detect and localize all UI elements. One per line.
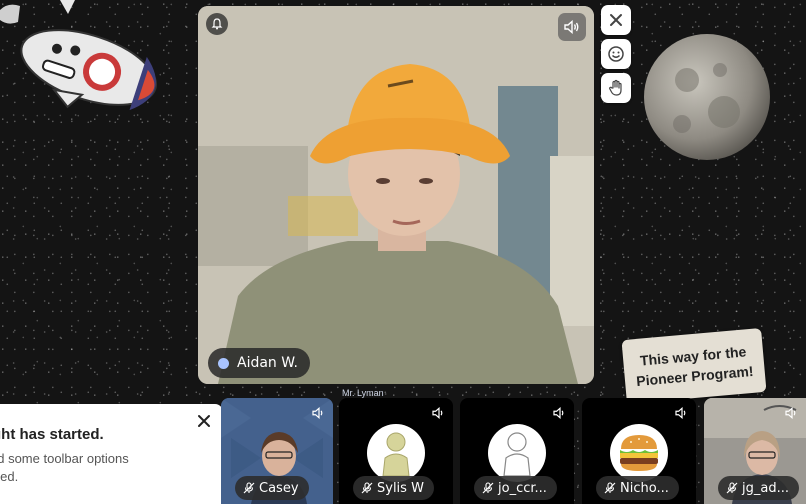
- participant-tile-jo[interactable]: jo_ccr...: [460, 398, 574, 504]
- raise-hand-icon: [609, 79, 622, 96]
- muted-mic-icon: [726, 482, 738, 494]
- main-participant-name: Aidan W.: [237, 355, 298, 371]
- bell-icon: [211, 18, 223, 30]
- main-video-tile[interactable]: Aidan W.: [198, 6, 594, 384]
- participant-tile-nicho[interactable]: Nicho...: [582, 398, 696, 504]
- close-icon: [610, 14, 622, 26]
- close-icon: [198, 415, 210, 427]
- rocket-sticker: [0, 0, 158, 111]
- muted-mic-icon: [604, 482, 616, 494]
- moon-sticker: [644, 34, 770, 160]
- reaction-button[interactable]: [601, 39, 631, 69]
- muted-mic-icon: [482, 482, 494, 494]
- participant-name-badge: Casey: [235, 476, 309, 500]
- muted-mic-icon: [361, 482, 373, 494]
- participant-avatar: [610, 424, 668, 482]
- person-icon: [382, 432, 410, 476]
- pin-video-button[interactable]: [206, 13, 228, 35]
- speaker-icon: [564, 20, 579, 34]
- participant-avatar: [367, 424, 425, 482]
- toast-body-line-2: bled.: [0, 469, 19, 484]
- main-participant-name-badge: Aidan W.: [208, 348, 310, 378]
- participant-tile-jg[interactable]: jg_ad...: [704, 398, 806, 504]
- status-dot: [218, 357, 229, 369]
- pioneer-program-sign: This way for the Pioneer Program!: [621, 328, 767, 404]
- participant-name-badge: jo_ccr...: [474, 476, 557, 500]
- tile-volume-indicator: [674, 406, 690, 420]
- raise-hand-button[interactable]: [601, 73, 631, 103]
- tile-volume-indicator: [552, 406, 568, 420]
- tile-volume-indicator: [311, 406, 327, 420]
- participant-name-badge: jg_ad...: [718, 476, 799, 500]
- muted-mic-icon: [243, 482, 255, 494]
- emoji-icon: [608, 46, 624, 62]
- toast-body-line-1: nd some toolbar options: [0, 451, 129, 466]
- participant-tile-casey[interactable]: Casey: [221, 398, 333, 504]
- main-volume-button[interactable]: [558, 13, 586, 41]
- participant-name: Sylis W: [377, 480, 424, 496]
- speaker-icon: [312, 407, 323, 419]
- speaker-icon: [785, 407, 796, 419]
- participant-name: Nicho...: [620, 480, 669, 496]
- participant-name: jo_ccr...: [498, 480, 547, 496]
- participant-avatar: [488, 424, 546, 482]
- participant-name-badge: Sylis W: [353, 476, 434, 500]
- close-video-button[interactable]: [601, 5, 631, 35]
- participant-name: Casey: [259, 480, 299, 496]
- behind-label: Mr. Lyman: [342, 388, 384, 398]
- tile-volume-indicator: [784, 406, 800, 420]
- participant-name: jg_ad...: [742, 480, 789, 496]
- tile-volume-indicator: [431, 406, 447, 420]
- toast-title: ght has started.: [0, 426, 104, 443]
- burger-icon: [620, 435, 658, 471]
- toast-body: nd some toolbar options bled.: [0, 450, 210, 486]
- person-icon: [503, 432, 531, 476]
- main-video-feed: [198, 6, 594, 384]
- speaker-icon: [553, 407, 564, 419]
- speaker-icon: [675, 407, 686, 419]
- toast-close-button[interactable]: [193, 410, 215, 432]
- participant-name-badge: Nicho...: [596, 476, 679, 500]
- notification-toast: ght has started. nd some toolbar options…: [0, 404, 223, 504]
- participant-tile-sylis[interactable]: Sylis W: [339, 398, 453, 504]
- speaker-icon: [432, 407, 443, 419]
